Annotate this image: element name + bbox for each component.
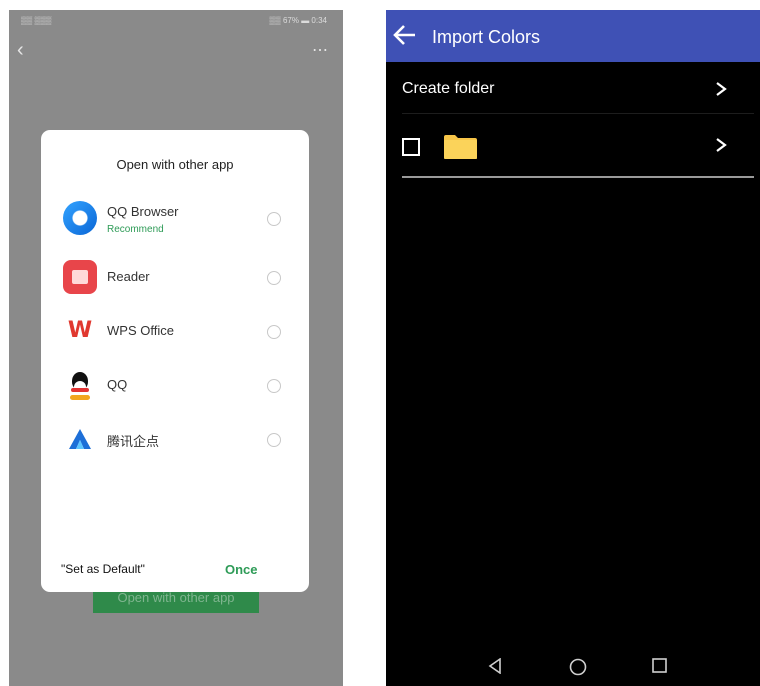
- app-option-reader[interactable]: Reader: [41, 255, 309, 299]
- once-button[interactable]: Once: [225, 562, 258, 577]
- navigation-bar: [386, 650, 760, 686]
- radio-button[interactable]: [267, 379, 281, 393]
- radio-button[interactable]: [267, 325, 281, 339]
- chevron-right-icon: [716, 138, 727, 152]
- recents-square-icon[interactable]: [652, 658, 667, 673]
- folder-row[interactable]: [386, 114, 760, 176]
- more-icon[interactable]: ⋯: [312, 40, 329, 60]
- chevron-left-icon[interactable]: ‹: [17, 40, 24, 60]
- app-name: Reader: [107, 269, 150, 284]
- app-recommend-label: Recommend: [107, 224, 164, 235]
- create-folder-label: Create folder: [402, 80, 495, 97]
- folder-checkbox[interactable]: [402, 138, 420, 156]
- app-name: WPS Office: [107, 323, 174, 338]
- tencent-qidian-icon: [63, 422, 97, 456]
- home-circle-icon[interactable]: [569, 658, 587, 676]
- qq-browser-icon: [63, 201, 97, 235]
- open-with-dialog: Open with other app QQ Browser Recommend…: [41, 130, 309, 592]
- set-as-default-option[interactable]: "Set as Default": [61, 562, 145, 576]
- app-option-qq[interactable]: QQ: [41, 363, 309, 407]
- app-bar: Import Colors: [386, 10, 760, 62]
- radio-button[interactable]: [267, 433, 281, 447]
- right-phone-screen: Import Colors Create folder: [386, 10, 760, 686]
- app-name: 腾讯企点: [107, 434, 160, 449]
- qq-icon: [63, 368, 97, 402]
- status-bar: ▒▒ ▒▒▒ ▒▒ 67% ▬ 0:34: [9, 10, 343, 32]
- folder-icon: [444, 135, 477, 159]
- app-name: QQ Browser: [107, 204, 179, 219]
- status-bar-left: ▒▒ ▒▒▒: [21, 16, 52, 25]
- app-option-tencent-qidian[interactable]: 腾讯企点: [41, 417, 309, 461]
- app-option-wps-office[interactable]: W WPS Office: [41, 309, 309, 353]
- status-bar-right: ▒▒ 67% ▬ 0:34: [269, 16, 327, 25]
- create-folder-row[interactable]: Create folder: [386, 62, 760, 114]
- arrow-left-icon[interactable]: [392, 22, 418, 48]
- app-option-qq-browser[interactable]: QQ Browser Recommend: [41, 196, 309, 240]
- divider: [402, 176, 754, 178]
- left-phone-screen: ▒▒ ▒▒▒ ▒▒ 67% ▬ 0:34 ‹ ⋯ Open with other…: [9, 10, 343, 686]
- reader-icon: [63, 260, 97, 294]
- dialog-title: Open with other app: [116, 157, 234, 172]
- radio-button[interactable]: [267, 271, 281, 285]
- radio-button[interactable]: [267, 212, 281, 226]
- app-name: QQ: [107, 377, 128, 392]
- app-bar-title: Import Colors: [432, 27, 541, 47]
- wps-office-icon: W: [67, 318, 93, 343]
- chevron-right-icon: [716, 82, 727, 96]
- back-triangle-icon[interactable]: [488, 658, 502, 674]
